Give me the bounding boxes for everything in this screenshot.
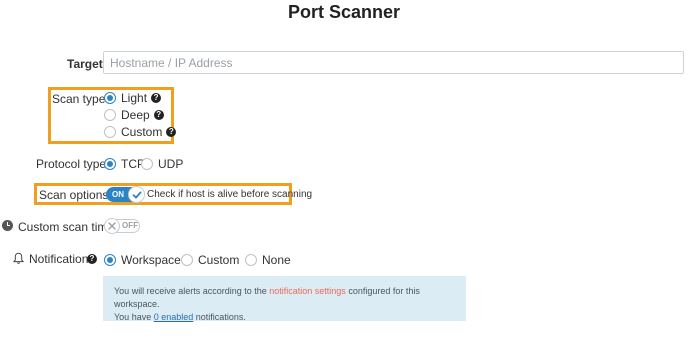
protocol-udp-radio[interactable]: UDP xyxy=(141,157,183,171)
radio-dot xyxy=(181,254,193,266)
radio-dot xyxy=(104,126,116,138)
target-label: Target xyxy=(67,57,103,71)
scan-type-custom-label: Custom xyxy=(121,125,163,139)
info-text: notifications. xyxy=(195,312,246,322)
page-title: Port Scanner xyxy=(287,2,401,22)
protocol-type-label: Protocol type xyxy=(36,157,107,171)
toggle-off-text: OFF xyxy=(122,221,138,230)
radio-dot xyxy=(104,109,116,121)
target-input[interactable] xyxy=(103,51,684,74)
scan-type-label: Scan type xyxy=(52,92,106,106)
scan-type-custom-radio[interactable]: Custom ? xyxy=(104,125,177,139)
custom-scan-time-label: Custom scan time xyxy=(18,220,115,234)
radio-dot xyxy=(141,158,153,170)
help-icon[interactable]: ? xyxy=(87,254,97,264)
scan-type-light-label: Light xyxy=(121,91,148,105)
scan-type-light-radio[interactable]: Light ? xyxy=(104,91,162,105)
notification-settings-link[interactable]: notification settings xyxy=(269,286,346,296)
radio-dot xyxy=(104,158,116,170)
notifications-custom-radio[interactable]: Custom xyxy=(181,253,239,267)
help-icon[interactable]: ? xyxy=(166,127,177,137)
scan-type-deep-label: Deep xyxy=(121,108,150,122)
clock-icon xyxy=(2,220,13,231)
radio-dot xyxy=(104,254,116,266)
help-icon[interactable]: ? xyxy=(153,110,164,120)
info-text: You will receive alerts according to the xyxy=(114,286,267,296)
radio-dot xyxy=(245,254,257,266)
toggle-on-text: ON xyxy=(112,190,124,199)
scan-options-toggle[interactable]: ON xyxy=(106,186,145,203)
protocol-tcp-radio[interactable]: TCP xyxy=(104,157,145,171)
scan-type-deep-radio[interactable]: Deep ? xyxy=(104,108,164,122)
info-text: You have xyxy=(114,312,152,322)
radio-dot xyxy=(104,92,116,104)
notifications-info-box: You will receive alerts according to the… xyxy=(103,276,466,324)
protocol-udp-label: UDP xyxy=(158,157,184,171)
notifications-none-label: None xyxy=(262,253,291,267)
scan-options-label: Scan options xyxy=(39,188,109,202)
checkmark-icon xyxy=(128,186,145,203)
notifications-workspace-radio[interactable]: Workspace xyxy=(104,253,181,267)
notifications-label: Notifications xyxy=(29,252,95,266)
info-line-1: You will receive alerts according to the… xyxy=(114,285,455,311)
help-icon[interactable]: ? xyxy=(151,93,162,103)
enabled-notifications-link[interactable]: 0 enabled xyxy=(154,312,194,322)
notifications-workspace-label: Workspace xyxy=(121,253,181,267)
notifications-custom-label: Custom xyxy=(198,253,240,267)
notifications-none-radio[interactable]: None xyxy=(245,253,291,267)
custom-scan-time-toggle[interactable]: OFF xyxy=(104,218,140,234)
scan-options-description: Check if host is alive before scanning xyxy=(147,189,313,200)
bell-icon xyxy=(13,252,24,264)
close-icon xyxy=(104,218,120,234)
info-line-2: You have 0 enabled notifications. xyxy=(114,311,455,324)
